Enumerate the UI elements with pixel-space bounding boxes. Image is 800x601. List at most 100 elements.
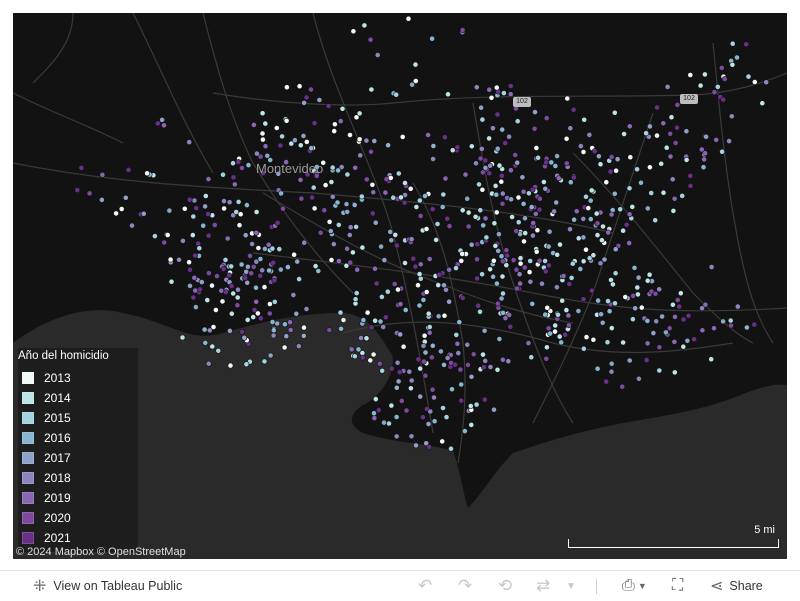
homicide-marker[interactable] xyxy=(226,272,233,279)
homicide-marker[interactable] xyxy=(643,357,650,363)
homicide-marker[interactable] xyxy=(650,330,657,336)
homicide-marker[interactable] xyxy=(431,394,437,401)
homicide-marker[interactable] xyxy=(382,189,389,196)
homicide-marker[interactable] xyxy=(202,339,209,346)
homicide-marker[interactable] xyxy=(283,333,290,340)
homicide-marker[interactable] xyxy=(702,150,708,157)
homicide-marker[interactable] xyxy=(654,104,660,111)
homicide-marker[interactable] xyxy=(426,324,433,330)
homicide-marker[interactable] xyxy=(280,205,286,212)
homicide-marker[interactable] xyxy=(201,326,208,333)
homicide-marker[interactable] xyxy=(259,136,266,143)
homicide-marker[interactable] xyxy=(697,82,704,89)
homicide-marker[interactable] xyxy=(230,160,236,167)
homicide-marker[interactable] xyxy=(542,185,549,192)
homicide-marker[interactable] xyxy=(378,243,384,250)
homicide-marker[interactable] xyxy=(751,321,758,328)
homicide-marker[interactable] xyxy=(586,132,593,138)
homicide-marker[interactable] xyxy=(239,328,245,335)
homicide-marker[interactable] xyxy=(379,367,386,374)
homicide-marker[interactable] xyxy=(644,317,651,324)
homicide-marker[interactable] xyxy=(459,294,466,301)
homicide-marker[interactable] xyxy=(310,184,317,191)
homicide-marker[interactable] xyxy=(287,327,294,333)
homicide-marker[interactable] xyxy=(482,357,489,364)
homicide-marker[interactable] xyxy=(531,125,538,132)
legend-item[interactable]: 2021 xyxy=(18,528,138,548)
homicide-marker[interactable] xyxy=(190,213,197,220)
homicide-marker[interactable] xyxy=(373,280,380,287)
homicide-marker[interactable] xyxy=(205,232,212,239)
homicide-marker[interactable] xyxy=(360,317,367,323)
homicide-marker[interactable] xyxy=(370,351,377,358)
homicide-marker[interactable] xyxy=(479,271,485,278)
homicide-marker[interactable] xyxy=(244,316,251,323)
homicide-marker[interactable] xyxy=(521,238,527,245)
homicide-marker[interactable] xyxy=(500,90,507,96)
homicide-marker[interactable] xyxy=(620,339,626,346)
homicide-marker[interactable] xyxy=(308,145,315,152)
homicide-marker[interactable] xyxy=(670,301,676,308)
homicide-marker[interactable] xyxy=(352,296,359,303)
homicide-marker[interactable] xyxy=(220,266,227,272)
homicide-marker[interactable] xyxy=(674,297,681,303)
homicide-marker[interactable] xyxy=(327,228,334,234)
homicide-marker[interactable] xyxy=(499,126,506,133)
homicide-marker[interactable] xyxy=(339,105,346,112)
homicide-marker[interactable] xyxy=(335,258,342,264)
homicide-marker[interactable] xyxy=(486,86,493,93)
homicide-marker[interactable] xyxy=(271,298,278,305)
homicide-marker[interactable] xyxy=(513,228,520,234)
homicide-marker[interactable] xyxy=(606,308,613,315)
homicide-marker[interactable] xyxy=(444,215,451,222)
homicide-marker[interactable] xyxy=(552,322,559,329)
homicide-marker[interactable] xyxy=(563,307,570,313)
homicide-marker[interactable] xyxy=(473,401,480,408)
homicide-marker[interactable] xyxy=(454,340,461,347)
homicide-marker[interactable] xyxy=(646,271,653,278)
homicide-marker[interactable] xyxy=(478,104,484,111)
homicide-marker[interactable] xyxy=(743,41,750,48)
homicide-marker[interactable] xyxy=(449,386,455,393)
homicide-marker[interactable] xyxy=(643,130,649,137)
homicide-marker[interactable] xyxy=(459,27,466,33)
homicide-marker[interactable] xyxy=(351,202,358,208)
homicide-marker[interactable] xyxy=(412,61,419,68)
homicide-marker[interactable] xyxy=(187,266,193,273)
homicide-marker[interactable] xyxy=(358,193,365,200)
homicide-marker[interactable] xyxy=(244,263,251,270)
homicide-marker[interactable] xyxy=(407,185,414,192)
homicide-marker[interactable] xyxy=(493,84,500,91)
homicide-marker[interactable] xyxy=(494,366,501,373)
homicide-marker[interactable] xyxy=(590,252,597,259)
homicide-marker[interactable] xyxy=(667,153,674,160)
homicide-marker[interactable] xyxy=(380,324,387,330)
homicide-marker[interactable] xyxy=(446,223,453,229)
homicide-marker[interactable] xyxy=(237,211,244,218)
homicide-marker[interactable] xyxy=(334,199,341,206)
homicide-marker[interactable] xyxy=(122,194,129,201)
homicide-marker[interactable] xyxy=(474,256,480,263)
homicide-marker[interactable] xyxy=(500,290,506,297)
homicide-marker[interactable] xyxy=(393,91,400,98)
homicide-marker[interactable] xyxy=(667,130,674,137)
homicide-marker[interactable] xyxy=(492,182,499,189)
homicide-marker[interactable] xyxy=(533,145,540,151)
homicide-marker[interactable] xyxy=(205,211,211,217)
homicide-marker[interactable] xyxy=(604,339,611,346)
homicide-marker[interactable] xyxy=(402,260,408,266)
homicide-marker[interactable] xyxy=(446,298,452,305)
homicide-marker[interactable] xyxy=(487,266,493,273)
homicide-marker[interactable] xyxy=(337,309,344,316)
homicide-marker[interactable] xyxy=(253,229,260,236)
homicide-marker[interactable] xyxy=(202,193,209,199)
homicide-marker[interactable] xyxy=(192,287,199,294)
homicide-marker[interactable] xyxy=(515,194,522,201)
homicide-marker[interactable] xyxy=(445,91,451,98)
homicide-marker[interactable] xyxy=(558,339,565,346)
homicide-marker[interactable] xyxy=(186,139,193,146)
homicide-marker[interactable] xyxy=(532,109,538,115)
homicide-marker[interactable] xyxy=(487,162,493,169)
homicide-marker[interactable] xyxy=(303,306,310,312)
homicide-marker[interactable] xyxy=(462,171,469,178)
